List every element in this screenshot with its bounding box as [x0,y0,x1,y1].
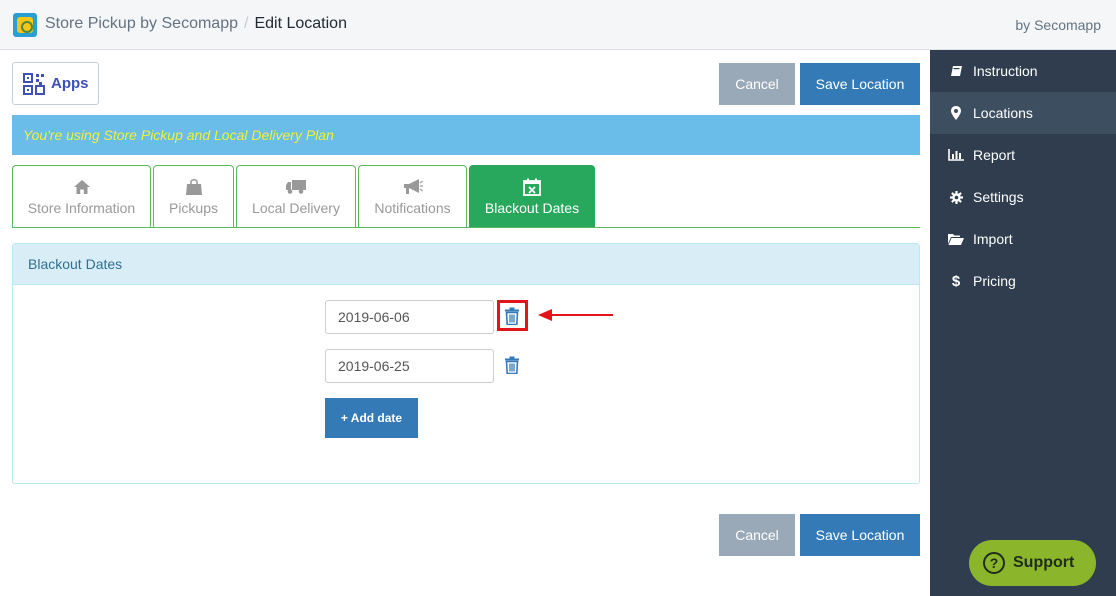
tab-label: Local Delivery [252,200,340,216]
breadcrumb-separator: / [244,15,249,32]
book-icon [946,65,966,77]
tab-label: Blackout Dates [484,200,580,216]
folder-open-icon [946,233,966,245]
dollar-icon: $ [951,272,961,290]
tab-label: Notifications [374,200,451,216]
bar-chart-icon [946,149,966,161]
apps-button-label: Apps [51,75,89,92]
tab-pickups[interactable]: Pickups [153,165,234,227]
sidebar-item-label: Settings [973,189,1024,205]
sidebar-item-label: Instruction [973,63,1038,79]
sidebar-item-label: Pricing [973,273,1016,289]
bullhorn-icon [403,178,423,196]
breadcrumb-app-link[interactable]: Store Pickup by Secomapp [45,15,238,32]
blackout-date-input[interactable] [325,300,494,334]
cancel-button[interactable]: Cancel [719,514,795,556]
tab-blackout-dates[interactable]: Blackout Dates [469,165,595,227]
panel-title: Blackout Dates [13,244,919,285]
sidebar-item-report[interactable]: Report [930,134,1116,176]
truck-icon [286,178,306,196]
sidebar: Instruction Locations Report Settings Im… [930,50,1116,596]
save-location-button[interactable]: Save Location [800,514,920,556]
sidebar-item-instruction[interactable]: Instruction [930,50,1116,92]
sidebar-item-locations[interactable]: Locations [930,92,1116,134]
sidebar-item-label: Locations [973,105,1033,121]
app-logo-icon [13,13,37,37]
support-label: Support [1013,554,1075,571]
qr-code-icon [23,72,45,95]
annotation-arrow-icon [538,309,613,321]
calendar-x-icon [523,178,541,196]
shopping-bag-icon [185,178,203,196]
plan-notice: You're using Store Pickup and Local Deli… [12,115,920,155]
question-icon: ? [983,552,1005,574]
developer-credit: by Secomapp [1015,17,1101,33]
tab-store-information[interactable]: Store Information [12,165,151,227]
sidebar-item-import[interactable]: Import [930,218,1116,260]
blackout-date-input[interactable] [325,349,494,383]
support-button[interactable]: ? Support [969,540,1096,586]
tab-divider [12,227,920,228]
breadcrumb: Store Pickup by Secomapp / Edit Location [45,15,347,33]
top-bar: Store Pickup by Secomapp / Edit Location b… [0,0,1116,50]
sidebar-item-label: Report [973,147,1016,163]
tab-notifications[interactable]: Notifications [358,165,467,227]
tab-local-delivery[interactable]: Local Delivery [236,165,356,227]
sidebar-item-settings[interactable]: Settings [930,176,1116,218]
tab-label: Store Information [27,200,136,216]
add-date-button[interactable]: + Add date [325,398,418,438]
sidebar-item-pricing[interactable]: $ Pricing [930,260,1116,302]
apps-button[interactable]: Apps [12,62,99,105]
sidebar-item-label: Import [973,231,1013,247]
tab-label: Pickups [168,200,219,216]
cancel-button[interactable]: Cancel [719,63,795,105]
home-icon [73,178,90,196]
gear-icon [946,190,966,204]
save-location-button[interactable]: Save Location [800,63,920,105]
annotation-highlight-box [497,300,528,331]
page-title: Edit Location [254,15,347,32]
map-marker-icon [946,106,966,120]
trash-icon[interactable] [504,356,520,374]
